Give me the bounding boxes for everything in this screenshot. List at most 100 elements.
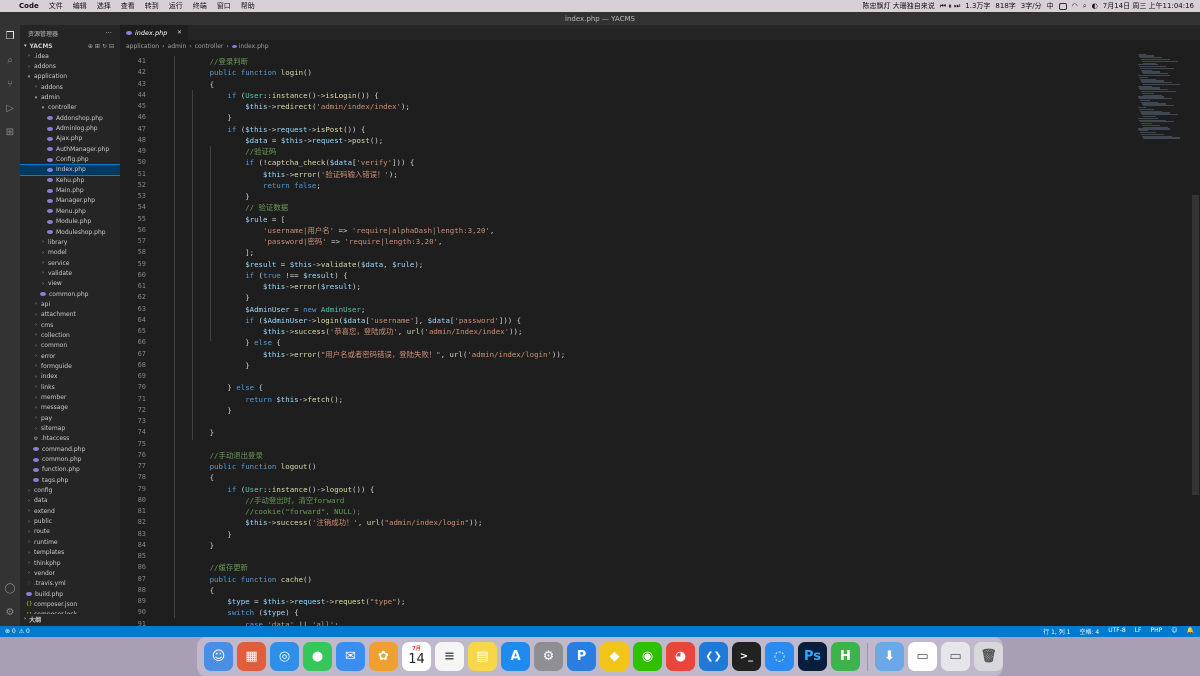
- media-controls-icon[interactable]: ⏮ ⏸ ⏭: [940, 2, 961, 11]
- now-playing-text[interactable]: 陈忠飘灯 大珊独自来说: [862, 1, 934, 11]
- tree-item[interactable]: Addonshop.php: [20, 113, 120, 123]
- more-actions-icon[interactable]: ···: [105, 29, 120, 37]
- tree-item[interactable]: common.php: [20, 289, 120, 299]
- tree-item[interactable]: › collection: [20, 330, 120, 340]
- vertical-scrollbar[interactable]: [1192, 195, 1199, 495]
- tree-item[interactable]: Main.php: [20, 185, 120, 195]
- tree-item[interactable]: › public: [20, 516, 120, 526]
- messages-icon[interactable]: ●: [303, 642, 332, 671]
- tree-item[interactable]: Index.php: [20, 163, 120, 177]
- photoshop-icon[interactable]: Ps: [798, 642, 827, 671]
- terminal-icon[interactable]: >_: [732, 642, 761, 671]
- tree-item[interactable]: › validate: [20, 268, 120, 278]
- tree-item[interactable]: › templates: [20, 548, 120, 558]
- tree-item[interactable]: › attachment: [20, 310, 120, 320]
- tree-item[interactable]: AuthManager.php: [20, 144, 120, 154]
- eol-status[interactable]: LF: [1135, 627, 1142, 636]
- tree-item[interactable]: › vendor: [20, 568, 120, 578]
- tree-item[interactable]: › config: [20, 485, 120, 495]
- menu-edit[interactable]: 编辑: [68, 1, 92, 11]
- tree-item[interactable]: Ajax.php: [20, 134, 120, 144]
- tree-item[interactable]: ⚙ .htaccess: [20, 434, 120, 444]
- menu-app-name[interactable]: Code: [14, 2, 44, 10]
- screenshot-1-icon[interactable]: ▭: [908, 642, 937, 671]
- settings-gear-icon[interactable]: ⚙: [4, 607, 16, 619]
- cursor-position[interactable]: 行 1, 列 1: [1043, 627, 1070, 636]
- menu-window[interactable]: 窗口: [212, 1, 236, 11]
- tree-item[interactable]: command.php: [20, 444, 120, 454]
- code-editor[interactable]: 41 42 43 44 45 46 47 48 49 50 51 52 53 54 55 56 57 58 59 60…: [120, 53, 1200, 626]
- tree-item[interactable]: › member: [20, 392, 120, 402]
- screenshot-2-icon[interactable]: ▭: [941, 642, 970, 671]
- notifications-icon[interactable]: 🔔: [1187, 627, 1194, 636]
- tree-item[interactable]: ▾ controller: [20, 103, 120, 113]
- tree-item[interactable]: Kehu.php: [20, 175, 120, 185]
- feedback-icon[interactable]: ☺: [1171, 627, 1177, 636]
- tree-item[interactable]: Adminlog.php: [20, 123, 120, 133]
- p-app-icon[interactable]: P: [567, 642, 596, 671]
- system-preferences-icon[interactable]: ⚙: [534, 642, 563, 671]
- tree-item[interactable]: › .idea: [20, 51, 120, 61]
- vscode-icon[interactable]: ❮❯: [699, 642, 728, 671]
- photos-icon[interactable]: ✿: [369, 642, 398, 671]
- tree-item[interactable]: › index: [20, 372, 120, 382]
- tree-item[interactable]: › view: [20, 279, 120, 289]
- breadcrumb-item[interactable]: application: [126, 43, 159, 50]
- tab-index-php[interactable]: index.php ✕: [120, 25, 188, 40]
- tree-item[interactable]: › library: [20, 237, 120, 247]
- input-method-icon[interactable]: 中: [1047, 1, 1054, 11]
- breadcrumb-item[interactable]: admin: [168, 43, 187, 50]
- tree-item[interactable]: › cms: [20, 320, 120, 330]
- breadcrumb-item[interactable]: index.php: [239, 43, 269, 50]
- warnings-status[interactable]: ⚠ 0: [19, 628, 30, 635]
- tree-item[interactable]: build.php: [20, 589, 120, 599]
- wifi-icon[interactable]: ◠: [1072, 2, 1078, 10]
- tree-item[interactable]: common.php: [20, 454, 120, 464]
- tree-item[interactable]: function.php: [20, 465, 120, 475]
- tree-item[interactable]: Manager.php: [20, 196, 120, 206]
- tree-item[interactable]: Menu.php: [20, 206, 120, 216]
- outline-section[interactable]: › 大纲: [20, 614, 120, 624]
- tree-item[interactable]: › route: [20, 527, 120, 537]
- search-icon[interactable]: ⌕: [4, 55, 16, 67]
- tree-item[interactable]: › sitemap: [20, 423, 120, 433]
- downloads-icon[interactable]: ⬇: [875, 642, 904, 671]
- rate-text[interactable]: 3字/分: [1021, 1, 1042, 11]
- datetime-text[interactable]: 7月14日 周三 上午11:04:16: [1103, 1, 1194, 11]
- tree-item[interactable]: ▾ application: [20, 72, 120, 82]
- tree-item[interactable]: › service: [20, 258, 120, 268]
- extensions-icon[interactable]: ⊞: [4, 127, 16, 139]
- word-count-text[interactable]: 1.3万字: [965, 1, 990, 11]
- tree-item[interactable]: › api: [20, 299, 120, 309]
- menu-selection[interactable]: 选择: [92, 1, 116, 11]
- menu-run[interactable]: 运行: [164, 1, 188, 11]
- language-status[interactable]: PHP: [1151, 627, 1163, 636]
- tree-item[interactable]: Config.php: [20, 154, 120, 164]
- tree-item[interactable]: ! .travis.yml: [20, 579, 120, 589]
- speed-text[interactable]: 818字: [995, 1, 1015, 11]
- finder-icon[interactable]: ☺: [204, 642, 233, 671]
- tree-item[interactable]: › extend: [20, 506, 120, 516]
- wechat-icon[interactable]: ◉: [633, 642, 662, 671]
- menu-help[interactable]: 帮助: [236, 1, 260, 11]
- tree-item[interactable]: › runtime: [20, 537, 120, 547]
- wallet-app-icon[interactable]: ◆: [600, 642, 629, 671]
- tree-item[interactable]: tags.php: [20, 475, 120, 485]
- explorer-icon[interactable]: ❐: [4, 31, 16, 43]
- control-center-icon[interactable]: ◐: [1092, 2, 1098, 10]
- tree-item[interactable]: › error: [20, 351, 120, 361]
- close-icon[interactable]: ✕: [177, 29, 182, 36]
- tree-item[interactable]: Moduleshop.php: [20, 227, 120, 237]
- app-store-icon[interactable]: A: [501, 642, 530, 671]
- tree-item[interactable]: › addons: [20, 61, 120, 71]
- tree-item[interactable]: › thinkphp: [20, 558, 120, 568]
- tree-item[interactable]: › data: [20, 496, 120, 506]
- tree-item[interactable]: Module.php: [20, 217, 120, 227]
- menu-file[interactable]: 文件: [44, 1, 68, 11]
- tree-item[interactable]: › common: [20, 341, 120, 351]
- minimap[interactable]: [1138, 53, 1186, 163]
- tree-item[interactable]: › addons: [20, 82, 120, 92]
- tree-item[interactable]: › formguide: [20, 361, 120, 371]
- tree-item[interactable]: › model: [20, 248, 120, 258]
- breadcrumb-item[interactable]: controller: [195, 43, 224, 50]
